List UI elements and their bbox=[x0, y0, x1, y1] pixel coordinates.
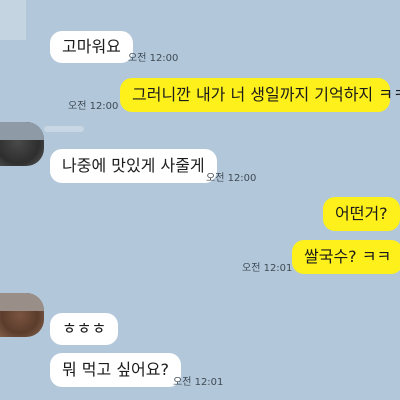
message-text: 뭐 먹고 싶어요? bbox=[62, 360, 169, 379]
message-timestamp: 오전 12:00 bbox=[68, 101, 119, 112]
contact-avatar[interactable] bbox=[0, 293, 44, 337]
message-text: 쌀국수? ㅋㅋ bbox=[304, 247, 392, 266]
message-timestamp: 오전 12:01 bbox=[173, 377, 224, 388]
incoming-message-bubble[interactable]: 나중에 맛있게 사줄게 bbox=[50, 149, 217, 183]
avatar-placeholder bbox=[0, 0, 26, 40]
message-text: 나중에 맛있게 사줄게 bbox=[62, 156, 205, 175]
message-text: 어떤거? bbox=[335, 204, 388, 223]
message-timestamp: 오전 12:00 bbox=[128, 53, 179, 64]
outgoing-message-bubble[interactable]: 그러니깐 내가 너 생일까지 기억하지 ㅋㅋ bbox=[120, 78, 400, 112]
smudge-decoration bbox=[44, 126, 84, 132]
contact-avatar[interactable] bbox=[0, 122, 44, 166]
message-timestamp: 오전 12:01 bbox=[242, 263, 293, 274]
incoming-message-bubble[interactable]: ㅎㅎㅎ bbox=[50, 313, 119, 345]
incoming-message-bubble[interactable]: 고마워요 bbox=[50, 31, 133, 63]
message-text: 고마워요 bbox=[62, 37, 121, 56]
incoming-message-bubble[interactable]: 뭐 먹고 싶어요? bbox=[50, 353, 181, 387]
outgoing-message-bubble[interactable]: 쌀국수? ㅋㅋ bbox=[292, 240, 400, 274]
chat-message-list[interactable]: 고마워요 오전 12:00 오전 12:00 그러니깐 내가 너 생일까지 기억… bbox=[0, 0, 400, 400]
message-timestamp: 오전 12:00 bbox=[206, 173, 257, 184]
message-text: 그러니깐 내가 너 생일까지 기억하지 ㅋㅋ bbox=[132, 85, 400, 104]
message-text: ㅎㅎㅎ bbox=[62, 319, 107, 338]
outgoing-message-bubble[interactable]: 어떤거? bbox=[323, 197, 400, 231]
